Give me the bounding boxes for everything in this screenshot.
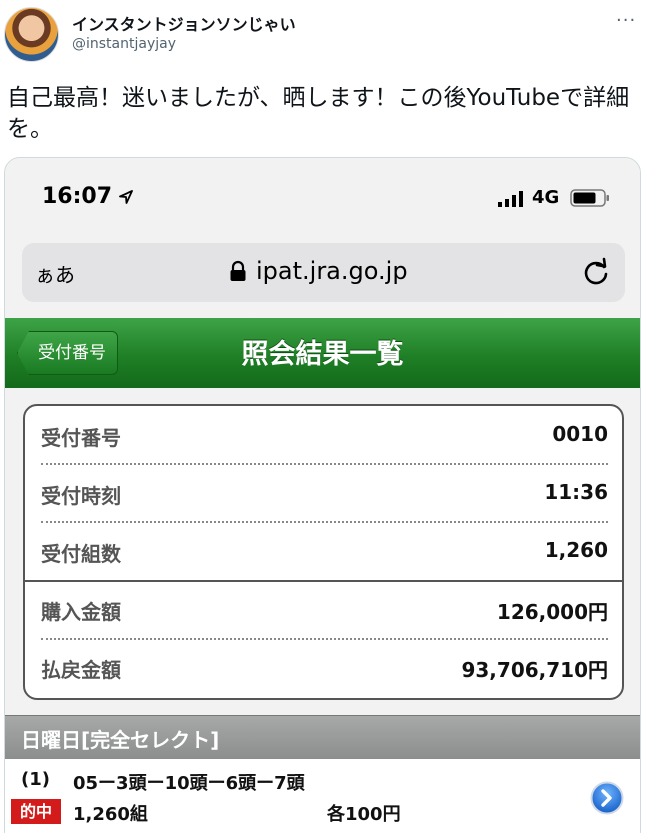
content-area: 受付番号 0010 受付時刻 11:36 受付組数 1,260 購入金額 126…: [5, 388, 640, 718]
lock-icon: [230, 260, 246, 281]
summary-value: 93,706,710円: [461, 658, 608, 682]
more-options-button[interactable]: ···: [616, 10, 636, 31]
browser-address-bar[interactable]: ぁあ ipat.jra.go.jp: [22, 243, 625, 302]
bet-index: (1): [21, 769, 50, 790]
summary-label: 購入金額: [41, 600, 121, 624]
url-text[interactable]: ipat.jra.go.jp: [256, 257, 408, 285]
summary-row-receipt-time: 受付時刻 11:36: [41, 464, 608, 522]
summary-row-receipt-number: 受付番号 0010: [41, 406, 608, 464]
section-title: 日曜日[完全セレクト]: [21, 728, 220, 752]
status-time: 16:07: [42, 184, 113, 209]
summary-value: 0010: [552, 422, 608, 446]
back-button[interactable]: 受付番号: [17, 331, 118, 375]
author-avatar[interactable]: [4, 7, 59, 62]
summary-label: 受付組数: [41, 542, 121, 566]
hit-badge: 的中: [11, 799, 61, 824]
summary-value: 11:36: [544, 480, 608, 504]
summary-row-payout-amount: 払戻金額 93,706,710円: [41, 638, 608, 696]
summary-label: 払戻金額: [41, 658, 121, 682]
author-handle[interactable]: @instantjayjay: [72, 36, 176, 52]
signal-bars-icon: [498, 191, 523, 207]
phone-status-bar: 16:07 4G: [5, 158, 640, 240]
reader-view-button[interactable]: ぁあ: [35, 259, 75, 288]
summary-label: 受付番号: [41, 426, 121, 450]
tweet-media-image[interactable]: 16:07 4G ぁあ ipat.jra.go.jp 照会結果一覧 受付番号 受…: [4, 157, 641, 833]
chevron-right-circle-icon[interactable]: [590, 781, 624, 815]
page-nav-header: 照会結果一覧 受付番号: [5, 318, 640, 388]
bet-count: 1,260組: [73, 804, 148, 825]
summary-row-combination-count: 受付組数 1,260: [41, 522, 608, 580]
summary-row-purchase-amount: 購入金額 126,000円: [41, 580, 608, 638]
summary-value: 1,260: [544, 538, 608, 562]
location-arrow-icon: [119, 190, 133, 204]
section-header: 日曜日[完全セレクト]: [5, 715, 640, 759]
bet-list-item[interactable]: (1) 05ー3頭ー10頭ー6頭ー7頭 的中 1,260組 各100円: [5, 759, 640, 833]
summary-label: 受付時刻: [41, 484, 121, 508]
battery-icon: [570, 189, 609, 207]
reload-icon[interactable]: [582, 257, 610, 287]
bet-combination: 05ー3頭ー10頭ー6頭ー7頭: [73, 773, 305, 794]
tweet-text: 自己最高！迷いましたが、晒します！この後YouTubeで詳細を。: [7, 85, 630, 142]
bet-unit-price: 各100円: [327, 804, 401, 825]
summary-card: 受付番号 0010 受付時刻 11:36 受付組数 1,260 購入金額 126…: [23, 404, 624, 700]
summary-value: 126,000円: [496, 600, 608, 624]
author-name[interactable]: インスタントジョンソンじゃい: [72, 11, 296, 35]
network-type: 4G: [532, 187, 560, 208]
